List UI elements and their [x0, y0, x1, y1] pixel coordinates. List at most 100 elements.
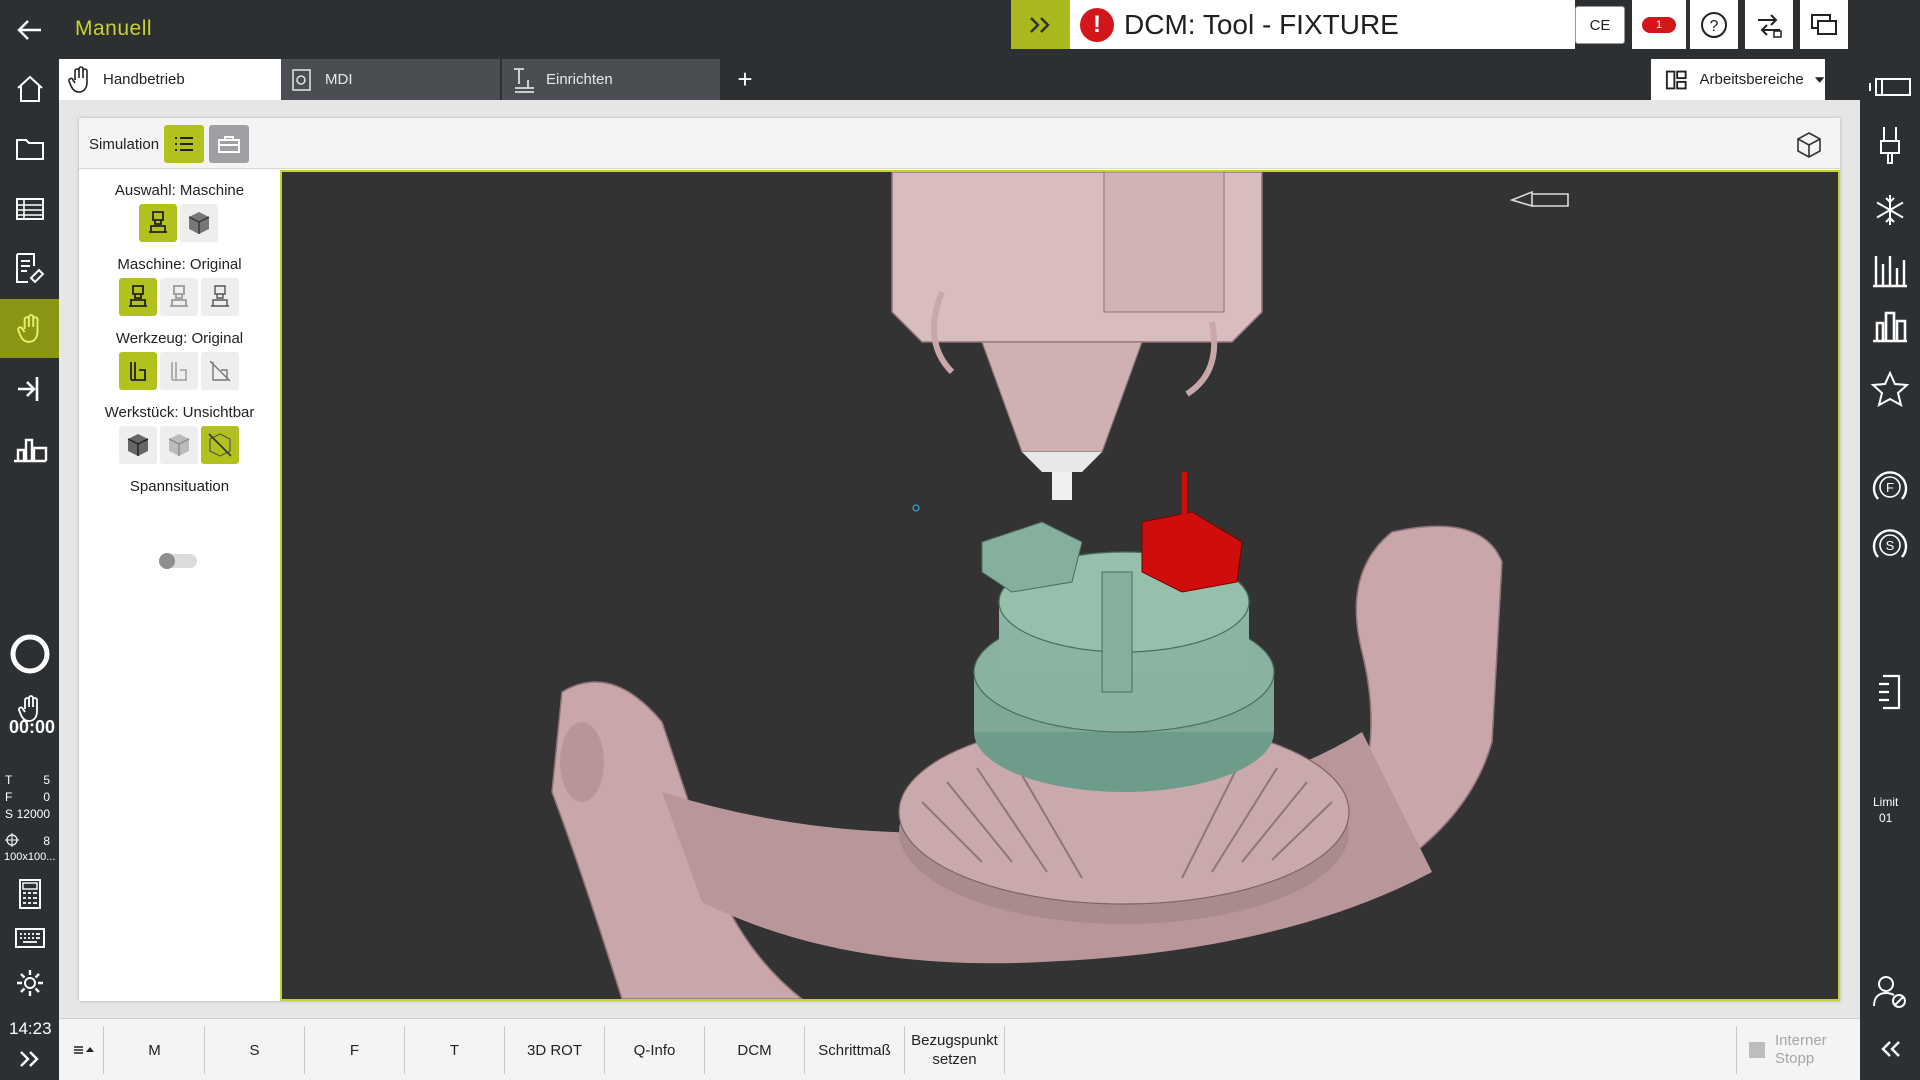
tab-mdi[interactable]: MDI: [281, 59, 500, 100]
tool-list-icon: [1873, 255, 1907, 287]
machine-icon: [129, 285, 147, 307]
tool-semi-transparent-button[interactable]: [160, 352, 198, 390]
softkey-schrittmass[interactable]: Schrittmaß: [805, 1026, 905, 1074]
back-button[interactable]: [0, 0, 59, 59]
error-icon: !: [1080, 7, 1114, 42]
simulation-header: Simulation: [79, 118, 1840, 169]
manual-mode-button[interactable]: [0, 299, 59, 358]
tool-button[interactable]: [1860, 117, 1920, 172]
tab-einrichten[interactable]: Einrichten: [502, 59, 720, 100]
tools-list-button[interactable]: [1860, 242, 1920, 297]
list-view-button[interactable]: [164, 125, 204, 163]
windows-button[interactable]: [1800, 0, 1848, 49]
program-run-button[interactable]: [0, 359, 59, 418]
machine-semi-transparent-button[interactable]: [160, 278, 198, 316]
left-sidebar: 00:00 T 5 F 0 S 12000 8 100x100... 14:23: [0, 59, 59, 1080]
tool-transparent-icon: [171, 362, 187, 381]
switch-channel-button[interactable]: [1745, 0, 1793, 49]
help-button[interactable]: ?: [1690, 0, 1738, 49]
preset-value: 100x100...: [4, 851, 56, 863]
machine-original-button[interactable]: [119, 278, 157, 316]
tool-invisible-button[interactable]: [201, 352, 239, 390]
add-tab-button[interactable]: +: [725, 59, 765, 100]
machine-invisible-button[interactable]: [201, 278, 239, 316]
softkey-dcm[interactable]: DCM: [705, 1026, 805, 1074]
feed-override-icon: F: [1872, 470, 1908, 500]
calculator-button[interactable]: [0, 869, 59, 919]
machine-icon: [1873, 311, 1907, 342]
tables-button[interactable]: [0, 179, 59, 238]
workpiece-solid-button[interactable]: [119, 426, 157, 464]
spindle-tool-icon: [1880, 126, 1900, 164]
clock: 14:23: [9, 1019, 52, 1038]
limit-value: 01: [1879, 811, 1893, 825]
coolant-button[interactable]: [1860, 182, 1920, 237]
cycle-circle-icon: [10, 634, 49, 673]
setup-button[interactable]: [0, 419, 59, 478]
keyboard-button[interactable]: [0, 917, 59, 959]
softkey-bezugspunkt-setzen[interactable]: Bezugspunkt setzen: [905, 1026, 1005, 1074]
t-label: T: [5, 773, 13, 787]
tab-label: MDI: [325, 71, 353, 88]
cube-icon: [1797, 132, 1821, 158]
spindle-override-button[interactable]: S: [1860, 517, 1920, 572]
svg-text:F: F: [1886, 480, 1894, 495]
softkey-line1: Bezugspunkt: [911, 1032, 998, 1049]
tool-original-button[interactable]: [119, 352, 157, 390]
softkey-line2: setzen: [932, 1051, 977, 1068]
mdi-icon: [287, 65, 317, 95]
collapse-sidebar-button[interactable]: [1860, 1021, 1920, 1076]
user-button[interactable]: [1860, 964, 1920, 1019]
internal-stop-button[interactable]: Interner Stopp: [1736, 1026, 1846, 1074]
softkey-s[interactable]: S: [205, 1026, 305, 1074]
panel-toggle-button[interactable]: [1860, 59, 1920, 114]
workpiece-mode-label: Werkstück: Unsichtbar: [104, 404, 255, 421]
error-count-box[interactable]: 1: [1632, 0, 1686, 49]
favorites-button[interactable]: [1860, 361, 1920, 416]
softkey-3d-rot[interactable]: 3D ROT: [505, 1026, 605, 1074]
pin-icon: [1509, 190, 1569, 208]
caret-down-icon: [1814, 76, 1825, 83]
home-button[interactable]: [0, 59, 59, 118]
runtime: 00:00: [9, 717, 56, 737]
program-edit-button[interactable]: [0, 239, 59, 298]
expand-sidebar-button[interactable]: [0, 1039, 59, 1079]
top-bar: Manuell ! DCM: Tool - FIXTURE CE 1 ?: [0, 0, 1920, 59]
user-icon: [1873, 975, 1906, 1008]
swap-arrows-icon: [1758, 13, 1782, 38]
workspaces-button[interactable]: Arbeitsbereiche: [1651, 59, 1825, 100]
stop-line2: Stopp: [1775, 1050, 1815, 1067]
select-machine-button[interactable]: [139, 204, 177, 242]
keyboard-icon: [14, 928, 45, 948]
softkey-t[interactable]: T: [405, 1026, 505, 1074]
workpiece-invisible-button[interactable]: [201, 426, 239, 464]
cube-solid-icon: [127, 434, 149, 456]
ce-button[interactable]: CE: [1575, 6, 1625, 44]
softkey-bar: M S F T 3D ROT Q-Info DCM Schrittmaß Bez…: [59, 1018, 1860, 1080]
tool-icon: [130, 362, 146, 381]
snowflake-icon: [1876, 194, 1904, 225]
feed-override-button[interactable]: F: [1860, 459, 1920, 514]
message-box[interactable]: ! DCM: Tool - FIXTURE: [1070, 0, 1575, 49]
tab-label: Einrichten: [546, 71, 613, 88]
softkey-q-info[interactable]: Q-Info: [605, 1026, 705, 1074]
tab-handbetrieb[interactable]: Handbetrieb: [59, 59, 281, 100]
axis-panel-button[interactable]: [1860, 664, 1920, 719]
workpiece-transparent-button[interactable]: [160, 426, 198, 464]
message-text: DCM: Tool - FIXTURE: [1124, 8, 1399, 40]
softkey-f[interactable]: F: [305, 1026, 405, 1074]
softkey-m[interactable]: M: [105, 1026, 205, 1074]
files-button[interactable]: [0, 119, 59, 178]
softkey-menu-button[interactable]: [67, 1026, 104, 1074]
expand-messages-button[interactable]: [1011, 0, 1070, 49]
workspaces-label: Arbeitsbereiche: [1699, 71, 1804, 88]
clamping-toggle[interactable]: [159, 553, 197, 569]
toolbox-button[interactable]: [209, 125, 249, 163]
simulation-viewport[interactable]: [280, 170, 1840, 1001]
error-count-badge: 1: [1642, 16, 1676, 33]
settings-button[interactable]: [0, 959, 59, 1007]
machine-button[interactable]: [1860, 299, 1920, 354]
3d-view-button[interactable]: [1795, 130, 1825, 160]
select-workpiece-button[interactable]: [180, 204, 218, 242]
tool-mode-label: Werkzeug: Original: [115, 330, 244, 347]
